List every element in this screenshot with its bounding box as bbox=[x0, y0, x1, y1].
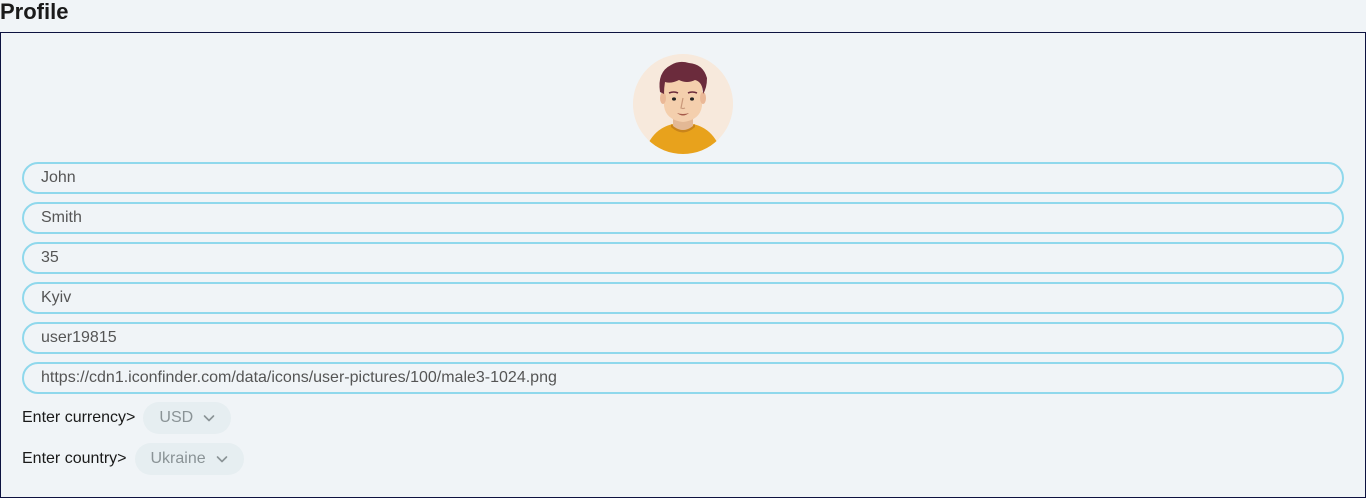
page-title: Profile bbox=[0, 0, 69, 24]
country-select[interactable]: Ukraine bbox=[134, 443, 244, 475]
age-value: 35 bbox=[41, 249, 59, 266]
last-name-field[interactable]: Smith bbox=[22, 202, 1344, 234]
first-name-field[interactable]: John bbox=[22, 162, 1344, 194]
country-row: Enter country> Ukraine bbox=[22, 443, 244, 475]
country-selected-value: Ukraine bbox=[150, 450, 206, 467]
username-field[interactable]: user19815 bbox=[22, 322, 1344, 354]
chevron-down-icon bbox=[216, 456, 227, 463]
male-user-avatar-icon bbox=[633, 54, 733, 154]
city-value: Kyiv bbox=[41, 289, 72, 306]
age-field[interactable]: 35 bbox=[22, 242, 1344, 274]
currency-select[interactable]: USD bbox=[143, 402, 232, 434]
last-name-value: Smith bbox=[41, 209, 82, 226]
first-name-value: John bbox=[41, 169, 76, 186]
city-field[interactable]: Kyiv bbox=[22, 282, 1344, 314]
currency-label: Enter currency> bbox=[22, 409, 136, 426]
avatar-url-value: https://cdn1.iconfinder.com/data/icons/u… bbox=[41, 369, 557, 386]
username-value: user19815 bbox=[41, 329, 117, 346]
avatar-url-field[interactable]: https://cdn1.iconfinder.com/data/icons/u… bbox=[22, 362, 1344, 394]
chevron-down-icon bbox=[203, 415, 215, 422]
currency-selected-value: USD bbox=[159, 409, 194, 426]
currency-row: Enter currency> USD bbox=[22, 402, 232, 434]
country-label: Enter country> bbox=[22, 450, 127, 467]
avatar bbox=[633, 54, 733, 154]
profile-card: John Smith 35 Kyiv user19815 https://cdn… bbox=[0, 32, 1366, 498]
